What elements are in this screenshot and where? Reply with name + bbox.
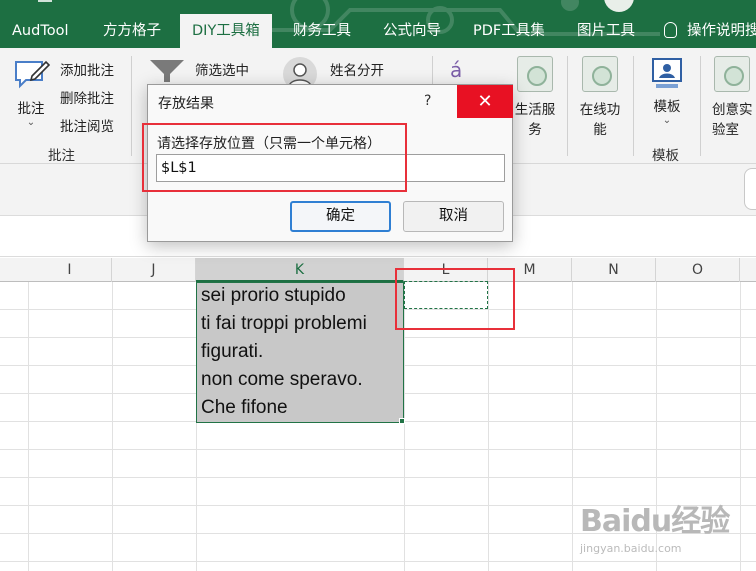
help-button[interactable]: ? xyxy=(424,93,431,109)
column-header-k[interactable]: K xyxy=(196,258,404,282)
highlight-box-l1 xyxy=(395,268,515,330)
filter-selected-button[interactable]: 筛选选中 xyxy=(195,59,249,79)
life-service-icon xyxy=(517,56,553,92)
cell-k3[interactable]: figurati. xyxy=(201,341,263,363)
comment-icon xyxy=(15,60,50,89)
tab-finance-tools[interactable]: 财务工具 xyxy=(281,14,363,48)
group-divider xyxy=(567,56,568,156)
watermark-url: jingyan.baidu.com xyxy=(580,542,682,555)
tell-me-search[interactable]: 操作说明搜索 xyxy=(664,14,756,48)
grid-line xyxy=(740,282,741,571)
ok-button[interactable]: 确定 xyxy=(290,201,391,232)
grid-line xyxy=(112,282,113,571)
cell-k5[interactable]: Che fifone xyxy=(201,397,288,419)
cell-k2[interactable]: ti fai troppi problemi xyxy=(201,313,367,335)
chevron-down-icon: ⌄ xyxy=(26,117,36,128)
lightbulb-icon xyxy=(664,22,677,38)
close-icon: ✕ xyxy=(477,91,493,112)
life-service-label-1: 生活服 xyxy=(514,102,556,118)
life-service-button[interactable]: 生活服 务 xyxy=(510,56,560,138)
template-button[interactable]: 模板 ⌄ xyxy=(643,56,691,127)
tab-image-tools[interactable]: 图片工具 xyxy=(565,14,647,48)
online-feature-icon xyxy=(582,56,618,92)
add-comment-button[interactable]: 添加批注 xyxy=(60,59,114,79)
column-header-o[interactable]: O xyxy=(656,258,740,282)
creative-lab-button[interactable]: 创意实 验室 xyxy=(710,56,756,138)
grid-line xyxy=(572,282,573,571)
tab-pdf-tools[interactable]: PDF工具集 xyxy=(461,14,557,48)
selected-range-k[interactable]: sei prorio stupido ti fai troppi problem… xyxy=(196,282,404,423)
comment-button[interactable]: 批注 ⌄ xyxy=(8,56,54,129)
online-feature-label-2: 能 xyxy=(593,122,607,138)
highlight-box-input xyxy=(142,123,407,192)
chevron-down-icon: ⌄ xyxy=(662,115,672,126)
tab-formula-wizard[interactable]: 公式向导 xyxy=(371,14,453,48)
template-label: 模板 xyxy=(653,99,681,115)
fill-handle[interactable] xyxy=(399,418,405,424)
column-header-n[interactable]: N xyxy=(572,258,656,282)
group-divider xyxy=(633,56,634,156)
watermark: Baidu经验 jingyan.baidu.com xyxy=(580,496,730,555)
comment-group-label: 批注 xyxy=(48,148,75,164)
dialog-title: 存放结果 xyxy=(158,96,214,112)
browse-comment-button[interactable]: 批注阅览 xyxy=(60,115,114,135)
translate-icon: á xyxy=(450,58,463,82)
template-icon xyxy=(652,58,682,88)
life-service-label-2: 务 xyxy=(528,122,542,138)
template-group-label: 模板 xyxy=(652,148,679,164)
group-divider xyxy=(700,56,701,156)
cell-k1[interactable]: sei prorio stupido xyxy=(201,285,346,307)
tell-me-label: 操作说明搜索 xyxy=(687,23,756,39)
creative-lab-label-1: 创意实 xyxy=(712,102,753,118)
collapse-ribbon-handle[interactable] xyxy=(744,168,756,210)
tab-audtool[interactable]: AudTool xyxy=(0,14,80,48)
close-button[interactable]: ✕ xyxy=(457,85,513,118)
creative-lab-icon xyxy=(714,56,750,92)
column-header-i[interactable]: I xyxy=(28,258,112,282)
column-header-row: I J K L M N O xyxy=(0,258,756,282)
title-fragment xyxy=(38,0,52,2)
split-name-button[interactable]: 姓名分开 xyxy=(330,59,384,79)
cell-k4[interactable]: non come speravo. xyxy=(201,369,363,391)
grid-line xyxy=(28,282,29,571)
column-header-j[interactable]: J xyxy=(112,258,196,282)
ribbon-tab-bar: AudTool 方方格子 DIY工具箱 财务工具 公式向导 PDF工具集 图片工… xyxy=(0,0,756,48)
cancel-button[interactable]: 取消 xyxy=(403,201,504,232)
filter-icon xyxy=(150,60,184,82)
tab-fangfangezi[interactable]: 方方格子 xyxy=(91,14,173,48)
delete-comment-button[interactable]: 删除批注 xyxy=(60,87,114,107)
online-feature-label-1: 在线功 xyxy=(579,102,621,118)
tab-diy-toolbox[interactable]: DIY工具箱 xyxy=(180,14,272,48)
comment-button-label: 批注 xyxy=(17,101,45,117)
watermark-logo: Baidu经验 xyxy=(580,504,730,539)
creative-lab-label-2: 验室 xyxy=(712,122,739,138)
group-divider xyxy=(131,56,132,156)
online-feature-button[interactable]: 在线功 能 xyxy=(575,56,625,138)
